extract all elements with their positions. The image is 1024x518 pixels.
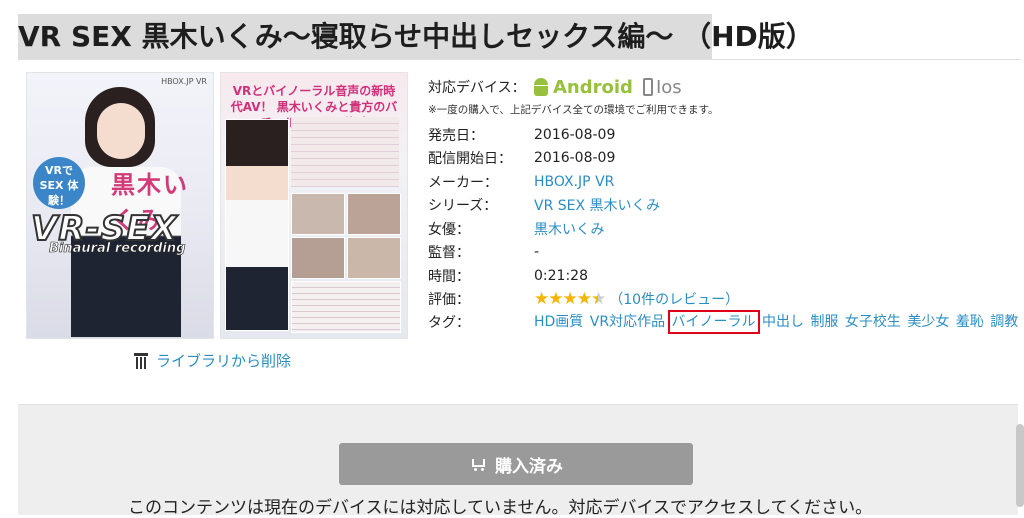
back-cover-image[interactable]: VRとバイノーラル音声の新時代AV！ 黒木いくみと貴方のバーチャルセックス体験！ xyxy=(220,72,408,339)
back-cover-caption xyxy=(291,281,401,333)
ios-label: Ios xyxy=(655,76,682,98)
release-date: 2016-08-09 xyxy=(534,126,616,143)
stream-row: 配信開始日： 2016-08-09 xyxy=(428,147,1024,171)
android-device: Android xyxy=(532,77,633,98)
reviews-link[interactable]: （10件のレビュー） xyxy=(609,289,739,309)
tag-link-highlighted[interactable]: バイノーラル xyxy=(667,310,760,334)
device-unsupported-notice: このコンテンツは現在のデバイスには対応していません。対応デバイスでアクセスしてく… xyxy=(128,498,873,518)
series-label: シリーズ： xyxy=(428,198,498,215)
rating-label: 評価： xyxy=(428,292,470,309)
stream-label: 配信開始日： xyxy=(428,151,512,168)
tag-link[interactable]: 制服 xyxy=(810,314,838,330)
back-cover-photo-2 xyxy=(347,193,401,235)
device-note: ※一度の購入で、上記デバイス全ての環境でご利用できます。 xyxy=(428,104,719,116)
purchased-button[interactable]: 購入済み xyxy=(339,443,693,485)
delete-from-library-label: ライブラリから削除 xyxy=(156,352,292,370)
scrollbar[interactable] xyxy=(1016,424,1024,507)
duration-row: 時間： 0:21:28 xyxy=(428,264,1024,288)
rating-star: ★ xyxy=(562,289,578,310)
device-row: 対応デバイス： Android Ios xyxy=(428,70,1024,104)
android-icon xyxy=(532,78,550,96)
cover-subtitle: Binaural recording xyxy=(49,241,186,257)
ios-device: Ios xyxy=(642,76,682,98)
tag-link[interactable]: 羞恥 xyxy=(956,314,984,330)
cover-brand-text: HBOX.JP VR xyxy=(161,77,207,86)
series-link[interactable]: VR SEX 黒木いくみ xyxy=(534,195,660,215)
product-info: 対応デバイス： Android Ios ※一度の購入で、上記デバイス全ての環境で… xyxy=(428,70,1024,334)
actress-link[interactable]: 黒木いくみ xyxy=(534,219,605,239)
cart-icon xyxy=(469,457,487,471)
maker-row: メーカー： HBOX.JP VR xyxy=(428,170,1024,194)
director-value: - xyxy=(534,244,540,261)
back-cover-text-block xyxy=(291,117,399,187)
tags-row: タグ： HD画質 VR対応作品 バイノーラル 中出し 制服 女子校生 美少女 羞… xyxy=(428,310,1024,334)
purchased-label: 購入済み xyxy=(495,456,563,477)
actress-label: 女優： xyxy=(428,221,470,238)
rating-row: 評価： ★★★★★ （10件のレビュー） xyxy=(428,288,1024,312)
back-cover-photo-3 xyxy=(291,237,345,279)
trash-icon xyxy=(134,352,148,369)
tag-link[interactable]: 調教 xyxy=(990,314,1018,330)
director-row: 監督： - xyxy=(428,241,1024,265)
maker-link[interactable]: HBOX.JP VR xyxy=(534,174,614,190)
tag-link[interactable]: 女子校生 xyxy=(845,314,901,330)
vr-badge: VRで SEX 体験！ xyxy=(33,157,85,209)
duration-label: 時間： xyxy=(428,268,470,285)
tag-list: HD画質 VR対応作品 バイノーラル 中出し 制服 女子校生 美少女 羞恥 調教 xyxy=(534,310,1024,334)
rating-star: ★ xyxy=(576,289,592,310)
front-cover-image[interactable]: HBOX.JP VR VRで SEX 体験！ 黒木いくみ VR-SEX Bina… xyxy=(26,72,214,339)
delete-from-library-link[interactable]: ライブラリから削除 xyxy=(134,350,291,371)
cover-figure-face xyxy=(97,103,145,159)
release-label: 発売日： xyxy=(428,127,484,144)
rating-star: ★ xyxy=(591,289,606,310)
rating-stars: ★★★★★ xyxy=(534,289,606,310)
tag-link[interactable]: 中出し xyxy=(762,314,804,330)
purchase-panel: 購入済み このコンテンツは現在のデバイスには対応していません。対応デバイスでアク… xyxy=(18,404,1018,518)
page-title: VR SEX 黒木いくみ〜寝取らせ中出しセックス編〜 （HD版） xyxy=(18,20,814,53)
tag-link[interactable]: HD画質 xyxy=(534,314,583,330)
stream-date: 2016-08-09 xyxy=(534,150,616,167)
duration-value: 0:21:28 xyxy=(534,267,588,284)
phone-icon xyxy=(642,78,653,96)
rating-star: ★ xyxy=(548,289,563,310)
maker-label: メーカー： xyxy=(428,174,498,191)
title-divider xyxy=(18,59,1021,60)
tag-link[interactable]: 美少女 xyxy=(907,314,949,330)
release-row: 発売日： 2016-08-09 xyxy=(428,123,1024,147)
tag-link[interactable]: VR対応作品 xyxy=(590,314,665,330)
device-label: 対応デバイス： xyxy=(428,80,526,96)
back-cover-photo-1 xyxy=(291,193,345,235)
actress-row: 女優： 黒木いくみ xyxy=(428,217,1024,241)
rating-star: ★ xyxy=(534,289,549,310)
director-label: 監督： xyxy=(428,245,470,262)
back-cover-photo-main xyxy=(225,119,289,331)
back-cover-photo-4 xyxy=(347,237,401,279)
series-row: シリーズ： VR SEX 黒木いくみ xyxy=(428,194,1024,218)
android-label: Android xyxy=(553,76,633,98)
tags-label: タグ： xyxy=(428,315,470,331)
